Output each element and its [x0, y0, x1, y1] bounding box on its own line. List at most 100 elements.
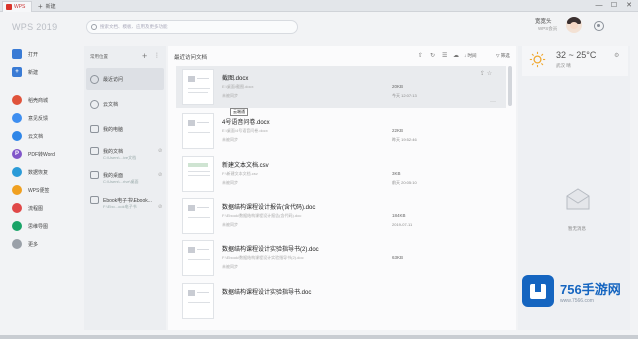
file-name[interactable]: 数据结构课程设计实验指导书(2).doc	[222, 244, 319, 253]
watermark-url: www.7566.com	[560, 297, 594, 304]
pin-icon[interactable]: ⊘	[158, 204, 162, 210]
sidebar-item-mall[interactable]: 稻壳商城	[12, 94, 48, 106]
search-input[interactable]: 搜索文档、模板、应用及更多功能	[86, 20, 298, 34]
sidebar-item-open[interactable]: 打开	[12, 48, 38, 60]
sidebar-item-feedback[interactable]: 意见反馈	[12, 112, 48, 124]
file-thumbnail[interactable]	[182, 69, 214, 105]
app-logo: WPS 2019	[12, 22, 58, 32]
location-path: F:\Ebo...ook电子书	[103, 204, 137, 209]
file-thumbnail[interactable]	[182, 113, 214, 149]
file-name[interactable]: 数据结构课程设计报告(含代码).doc	[222, 202, 315, 211]
location-path: C:\Users\...rive\桌面	[103, 179, 139, 184]
location-recent[interactable]: 最近访问	[90, 75, 123, 84]
settings-icon[interactable]	[594, 21, 604, 31]
weather-settings-icon[interactable]: ⚙	[614, 52, 619, 59]
file-time: 前天 20:05:10	[392, 180, 417, 185]
file-size: 20KB	[392, 84, 404, 89]
add-location-button[interactable]: +	[142, 51, 147, 61]
sun-icon	[529, 51, 546, 68]
folder-icon	[90, 147, 99, 155]
wps-logo-icon	[6, 4, 12, 10]
upload-icon[interactable]: ⇧	[418, 52, 423, 59]
title-bar	[0, 0, 638, 12]
flowchart-icon	[12, 203, 22, 213]
recover-icon	[12, 167, 22, 177]
more-options-icon[interactable]: ···	[490, 99, 496, 105]
plus-icon: +	[38, 1, 43, 11]
file-name[interactable]: 截图.docx	[222, 73, 248, 82]
file-path: E:\桌面\截图.docx	[222, 84, 254, 89]
file-name[interactable]: 新建文本文档.csv	[222, 160, 269, 169]
file-sync-status: 未被同步	[222, 264, 238, 269]
file-path: E:\桌面\4号语音问卷.docx	[222, 128, 268, 133]
sidebar-item-cloud[interactable]: 云文档	[12, 130, 43, 142]
file-thumbnail[interactable]	[182, 240, 214, 276]
sidebar-item-pdf[interactable]: P PDF转Word	[12, 148, 55, 160]
share-icon[interactable]: ⇪ ☆	[480, 70, 492, 77]
file-time: 昨天 19:52:46	[392, 137, 417, 142]
search-placeholder: 搜索文档、模板、应用及更多功能	[100, 24, 168, 29]
list-view-icon[interactable]: ☰	[442, 52, 447, 59]
search-icon	[91, 24, 97, 30]
file-size: 22KB	[392, 128, 404, 133]
location-cloud[interactable]: 云文档	[90, 100, 118, 109]
computer-icon	[90, 125, 99, 133]
cloud-sync-icon[interactable]: ☁	[453, 52, 459, 59]
weather-temperature: 32 ~ 25°C	[556, 50, 597, 60]
envelope-icon	[566, 188, 590, 210]
file-size: 184KB	[392, 213, 406, 218]
sidebar-item-note[interactable]: WPS便签	[12, 184, 49, 196]
scrollbar[interactable]	[508, 66, 512, 106]
minimize-button[interactable]: —	[592, 0, 606, 12]
tab-wps[interactable]: WPS	[2, 1, 32, 12]
folder-icon	[90, 171, 99, 179]
sidebar-item-recover[interactable]: 数据恢复	[12, 166, 48, 178]
locations-more-button[interactable]: ⋮	[154, 52, 160, 59]
file-list-title: 最近访问文档	[174, 55, 208, 61]
filter-button[interactable]: ▽ 筛选	[496, 53, 510, 59]
location-desktop[interactable]: 我的桌面	[90, 171, 123, 179]
watermark-logo: 756手游网 www.7566.com	[522, 268, 638, 314]
file-time: 今天 12:07:13	[392, 93, 417, 98]
feedback-icon	[12, 113, 22, 123]
box-icon	[522, 275, 554, 307]
mall-icon	[12, 95, 22, 105]
file-size: 63KB	[392, 255, 404, 260]
refresh-icon[interactable]: ↻	[430, 52, 435, 59]
cloud-icon	[90, 100, 99, 109]
close-button[interactable]: ✕	[622, 0, 636, 12]
file-size: 3KB	[392, 171, 401, 176]
user-subtitle: WPS会员	[538, 26, 558, 31]
new-tab-button[interactable]: + 新建	[38, 1, 56, 12]
mindmap-icon	[12, 221, 22, 231]
file-thumbnail[interactable]	[182, 156, 214, 192]
sidebar-item-new[interactable]: + 新建	[12, 66, 38, 78]
sidebar-item-flowchart[interactable]: 流程图	[12, 202, 43, 214]
sidebar-item-mindmap[interactable]: 思维导图	[12, 220, 48, 232]
location-my-computer[interactable]: 我的电脑	[90, 125, 123, 133]
weather-city: 武汉 晴	[556, 63, 571, 68]
user-name[interactable]: 宽宽头	[535, 17, 552, 25]
grid-icon	[12, 239, 22, 249]
locations-title: 常用位置	[90, 54, 108, 59]
file-name[interactable]: 数据结构课程设计实验指导书.doc	[222, 287, 311, 296]
maximize-button[interactable]: ☐	[607, 0, 621, 12]
location-ebook[interactable]: Ebook电子书\Ebook...	[90, 196, 152, 204]
pin-icon[interactable]: ⊘	[158, 172, 162, 178]
pin-icon[interactable]: ⊘	[158, 148, 162, 154]
tooltip: 云端通	[230, 108, 248, 116]
new-tab-label: 新建	[45, 4, 56, 10]
file-thumbnail[interactable]	[182, 198, 214, 234]
file-sync-status: 未被同步	[222, 93, 238, 98]
file-path: F:\Ebook\数据结构课程设计实验指导书(2).doc	[222, 255, 304, 260]
file-time: 2019-07-11	[392, 222, 413, 227]
sort-button[interactable]: ↓ 时间	[464, 53, 477, 59]
file-name[interactable]: 4号语音问卷.docx	[222, 117, 270, 126]
file-thumbnail[interactable]	[182, 283, 214, 319]
pdf-icon: P	[12, 149, 22, 159]
file-sync-status: 未被同步	[222, 180, 238, 185]
tab-wps-label: WPS	[14, 4, 26, 10]
avatar[interactable]	[566, 17, 582, 33]
location-my-documents[interactable]: 我的文档	[90, 147, 123, 155]
sidebar-item-more[interactable]: 更多	[12, 238, 38, 250]
